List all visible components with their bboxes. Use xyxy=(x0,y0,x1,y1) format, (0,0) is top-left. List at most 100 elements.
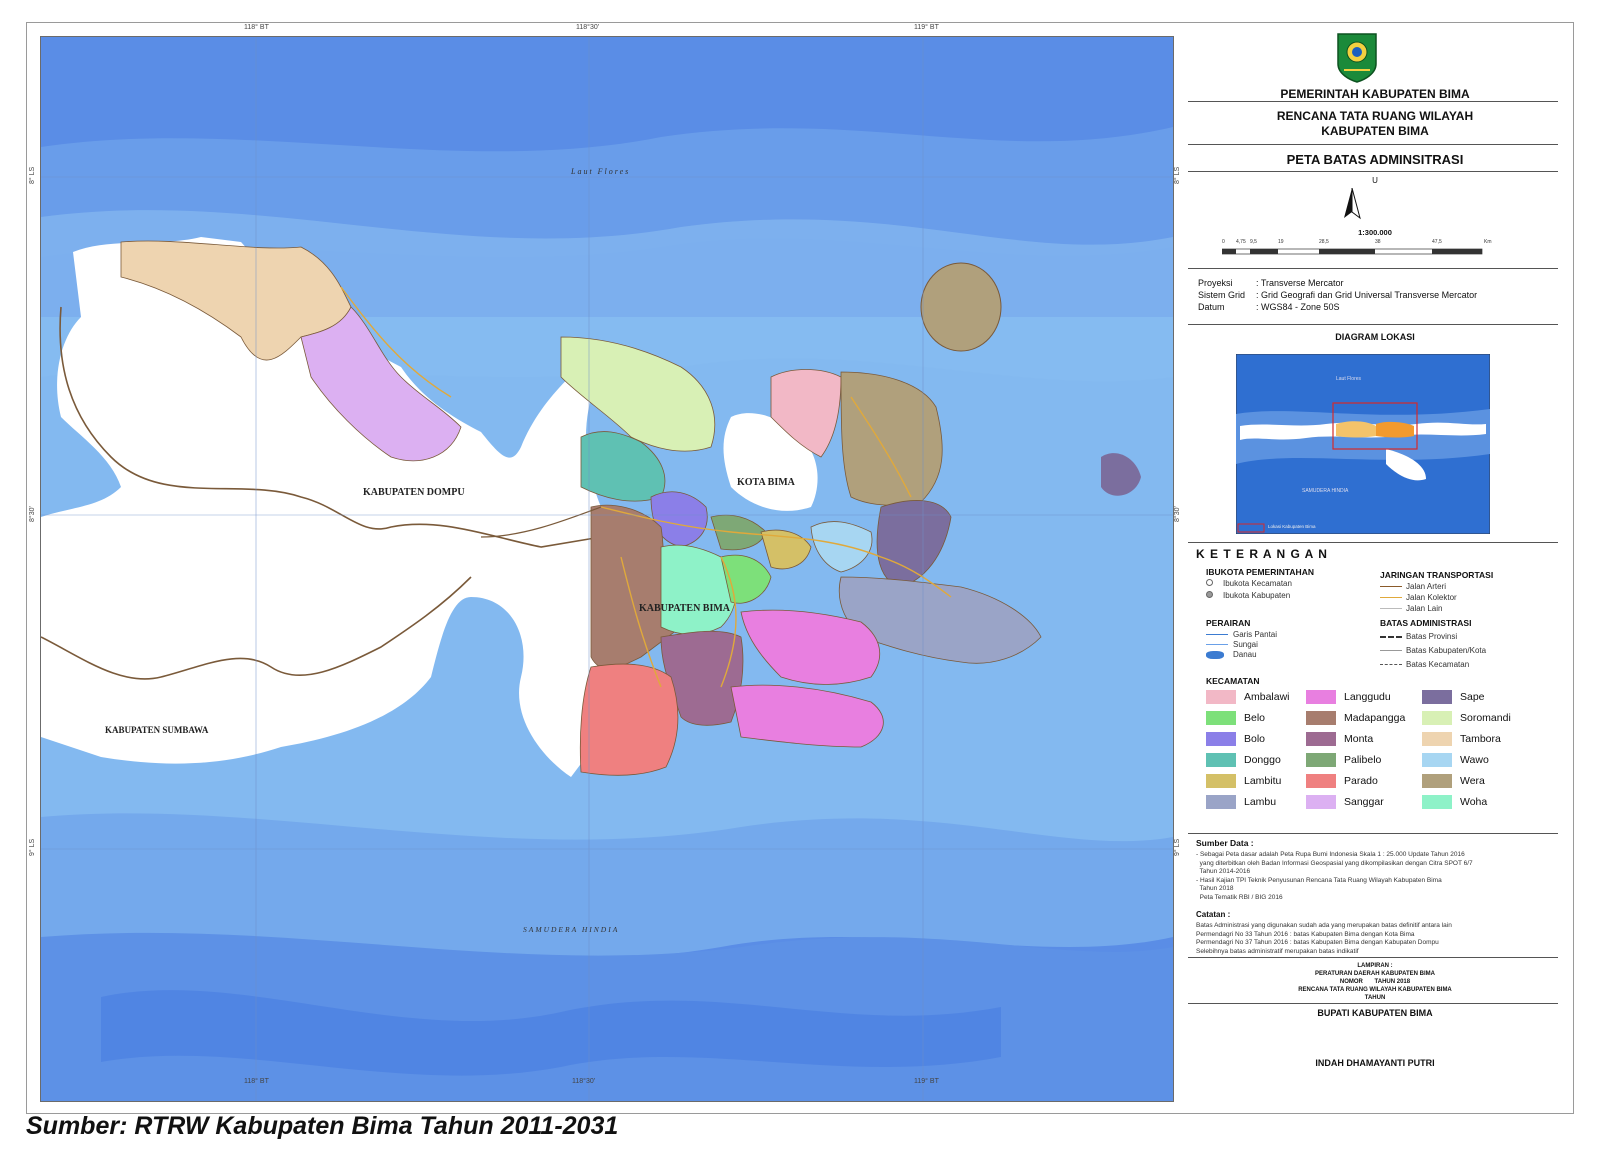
kecamatan-label: Palibelo xyxy=(1344,754,1382,766)
coord-bottom-118: 118° BT xyxy=(244,1078,269,1085)
jaringan-title: JARINGAN TRANSPORTASI xyxy=(1380,570,1494,580)
coord-top-118-30: 118°30' xyxy=(576,24,600,31)
kecamatan-swatch xyxy=(1306,753,1336,767)
figure-caption: Sumber: RTRW Kabupaten Bima Tahun 2011-2… xyxy=(26,1112,619,1140)
scale-tick-label: 19 xyxy=(1278,239,1284,245)
government-name: PEMERINTAH KABUPATEN BIMA xyxy=(1280,87,1470,101)
kecamatan-legend-item: Sape xyxy=(1422,690,1485,707)
kecamatan-swatch xyxy=(1422,774,1452,788)
kecamatan-swatch xyxy=(1206,690,1236,704)
kecamatan-legend-item: Wera xyxy=(1422,774,1485,791)
coastline-line-icon xyxy=(1206,634,1228,636)
kecamatan-label: Parado xyxy=(1344,775,1378,787)
other-road-line-icon xyxy=(1380,608,1402,610)
kecamatan-legend-item: Monta xyxy=(1306,732,1373,749)
projection-row: Proyeksi: Transverse Mercator xyxy=(1198,278,1344,288)
kecamatan-label: Donggo xyxy=(1244,754,1281,766)
kecamatan-legend-item: Donggo xyxy=(1206,753,1281,770)
rule-8 xyxy=(1188,957,1558,958)
kecamatan-label: Sape xyxy=(1460,691,1485,703)
kecamatan-legend-item: Langgudu xyxy=(1306,690,1391,707)
kecamatan-label: Bolo xyxy=(1244,733,1266,745)
lampiran-line: RENCANA TATA RUANG WILAYAH KABUPATEN BIM… xyxy=(1298,987,1452,993)
scale-tick-label: 4,75 xyxy=(1236,239,1246,245)
scale-ratio: 1:300.000 xyxy=(1358,228,1392,237)
river-line-icon xyxy=(1206,644,1228,646)
location-inset-map[interactable] xyxy=(1236,354,1490,534)
district-boundary-item: Batas Kecamatan xyxy=(1380,660,1469,669)
sumber-line: - Hasil Kajian TPI Teknik Penyusunan Ren… xyxy=(1196,876,1442,884)
map-area[interactable]: Laut Flores SAMUDERA HINDIA KABUPATEN DO… xyxy=(40,36,1174,1102)
coord-left-8-30: 8°30' xyxy=(29,506,36,522)
rule-2 xyxy=(1188,144,1558,145)
bupati-title: BUPATI KABUPATEN BIMA xyxy=(1317,1008,1433,1018)
ibukota-kabupaten-item: Ibukota Kabupaten xyxy=(1206,591,1290,600)
projection-row: Datum: WGS84 - Zone 50S xyxy=(1198,302,1340,312)
kecamatan-swatch xyxy=(1306,795,1336,809)
scale-bar xyxy=(1222,248,1483,255)
kecamatan-label: Madapangga xyxy=(1344,712,1406,724)
legend-panel: PEMERINTAH KABUPATEN BIMA RENCANA TATA R… xyxy=(1184,33,1566,1100)
kecamatan-legend-item: Tambora xyxy=(1422,732,1501,749)
location-diagram-title: DIAGRAM LOKASI xyxy=(1335,332,1415,342)
label-kabupaten-dompu: KABUPATEN DOMPU xyxy=(363,487,465,498)
inset-label-south-sea: SAMUDERA HINDIA xyxy=(1302,488,1349,494)
batas-title: BATAS ADMINISTRASI xyxy=(1380,618,1472,628)
label-laut-flores: Laut Flores xyxy=(571,167,631,176)
district-boundary-line-icon xyxy=(1380,664,1402,666)
island-sangiang xyxy=(920,262,1002,352)
kecamatan-capital-icon xyxy=(1206,579,1213,586)
plan-title-line1: RENCANA TATA RUANG WILAYAH xyxy=(1276,109,1474,123)
coord-bottom-118-30: 118°30' xyxy=(572,1078,596,1085)
arterial-road-line-icon xyxy=(1380,586,1402,588)
lake-item: Danau xyxy=(1206,650,1257,659)
legend-title: K E T E R A N G A N xyxy=(1196,547,1328,561)
road-collector-item: Jalan Kolektor xyxy=(1380,593,1457,602)
regency-capital-icon xyxy=(1206,591,1213,598)
ibukota-title: IBUKOTA PEMERINTAHAN xyxy=(1206,567,1314,577)
catatan-line: Permendagri No 33 Tahun 2016 : batas Kab… xyxy=(1196,930,1415,938)
catatan-line: Batas Administrasi yang digunakan sudah … xyxy=(1196,922,1452,929)
kecamatan-label: Soromandi xyxy=(1460,712,1511,724)
coord-top-119: 119° BT xyxy=(914,24,939,31)
lampiran-block: LAMPIRAN : PERATURAN DAERAH KABUPATEN BIM… xyxy=(1184,962,1566,1002)
scale-tick-label: 47,5 xyxy=(1432,239,1442,245)
kecamatan-legend-item: Madapangga xyxy=(1306,711,1405,728)
scale-tick-label: Km xyxy=(1484,239,1492,245)
sumber-lines: - Sebagai Peta dasar adalah Peta Rupa Bu… xyxy=(1196,851,1566,902)
projection-row: Sistem Grid: Grid Geografi dan Grid Univ… xyxy=(1198,290,1477,300)
scale-tick-label: 9,5 xyxy=(1250,239,1257,245)
ibukota-kecamatan-item: Ibukota Kecamatan xyxy=(1206,579,1292,588)
sumber-title: Sumber Data : xyxy=(1196,838,1254,848)
kecamatan-swatch xyxy=(1206,732,1236,746)
map-title: PETA BATAS ADMINSITRASI xyxy=(1286,152,1464,167)
coord-left-8: 8° LS xyxy=(29,166,36,184)
lampiran-line: LAMPIRAN : xyxy=(1357,963,1393,969)
lampiran-line: PERATURAN DAERAH KABUPATEN BIMA xyxy=(1315,971,1435,977)
coord-bottom-119: 119° BT xyxy=(914,1078,939,1085)
rule-6 xyxy=(1188,542,1558,543)
kecamatan-label: Sanggar xyxy=(1344,796,1384,808)
kecamatan-swatch xyxy=(1422,795,1452,809)
scale-ticks: 0 4,75 9,5 19 28,5 38 47,5 Km xyxy=(1222,239,1512,247)
kecamatan-legend-item: Belo xyxy=(1206,711,1265,728)
catatan-line: Selebihnya batas administratif merupakan… xyxy=(1196,947,1359,955)
projection-key: Proyeksi xyxy=(1198,278,1233,288)
perairan-title: PERAIRAN xyxy=(1206,618,1251,628)
kecamatan-legend-item: Bolo xyxy=(1206,732,1265,749)
coord-right-8: 8° LS xyxy=(1174,166,1181,184)
district-parado xyxy=(579,663,679,776)
regency-boundary-item: Batas Kabupaten/Kota xyxy=(1380,646,1486,655)
rule-3 xyxy=(1188,171,1558,172)
coord-top-118: 118° BT xyxy=(244,24,269,31)
kecamatan-swatch xyxy=(1422,732,1452,746)
kecamatan-label: Lambitu xyxy=(1244,775,1282,787)
kecamatan-swatch xyxy=(1422,753,1452,767)
kecamatan-legend-item: Ambalawi xyxy=(1206,690,1290,707)
catatan-title: Catatan : xyxy=(1196,910,1231,919)
lake-icon xyxy=(1206,650,1224,659)
collector-road-line-icon xyxy=(1380,597,1402,599)
north-arrow-icon xyxy=(1344,188,1361,220)
lampiran-line: TAHUN xyxy=(1364,995,1386,1001)
province-boundary-line-icon xyxy=(1380,635,1402,638)
